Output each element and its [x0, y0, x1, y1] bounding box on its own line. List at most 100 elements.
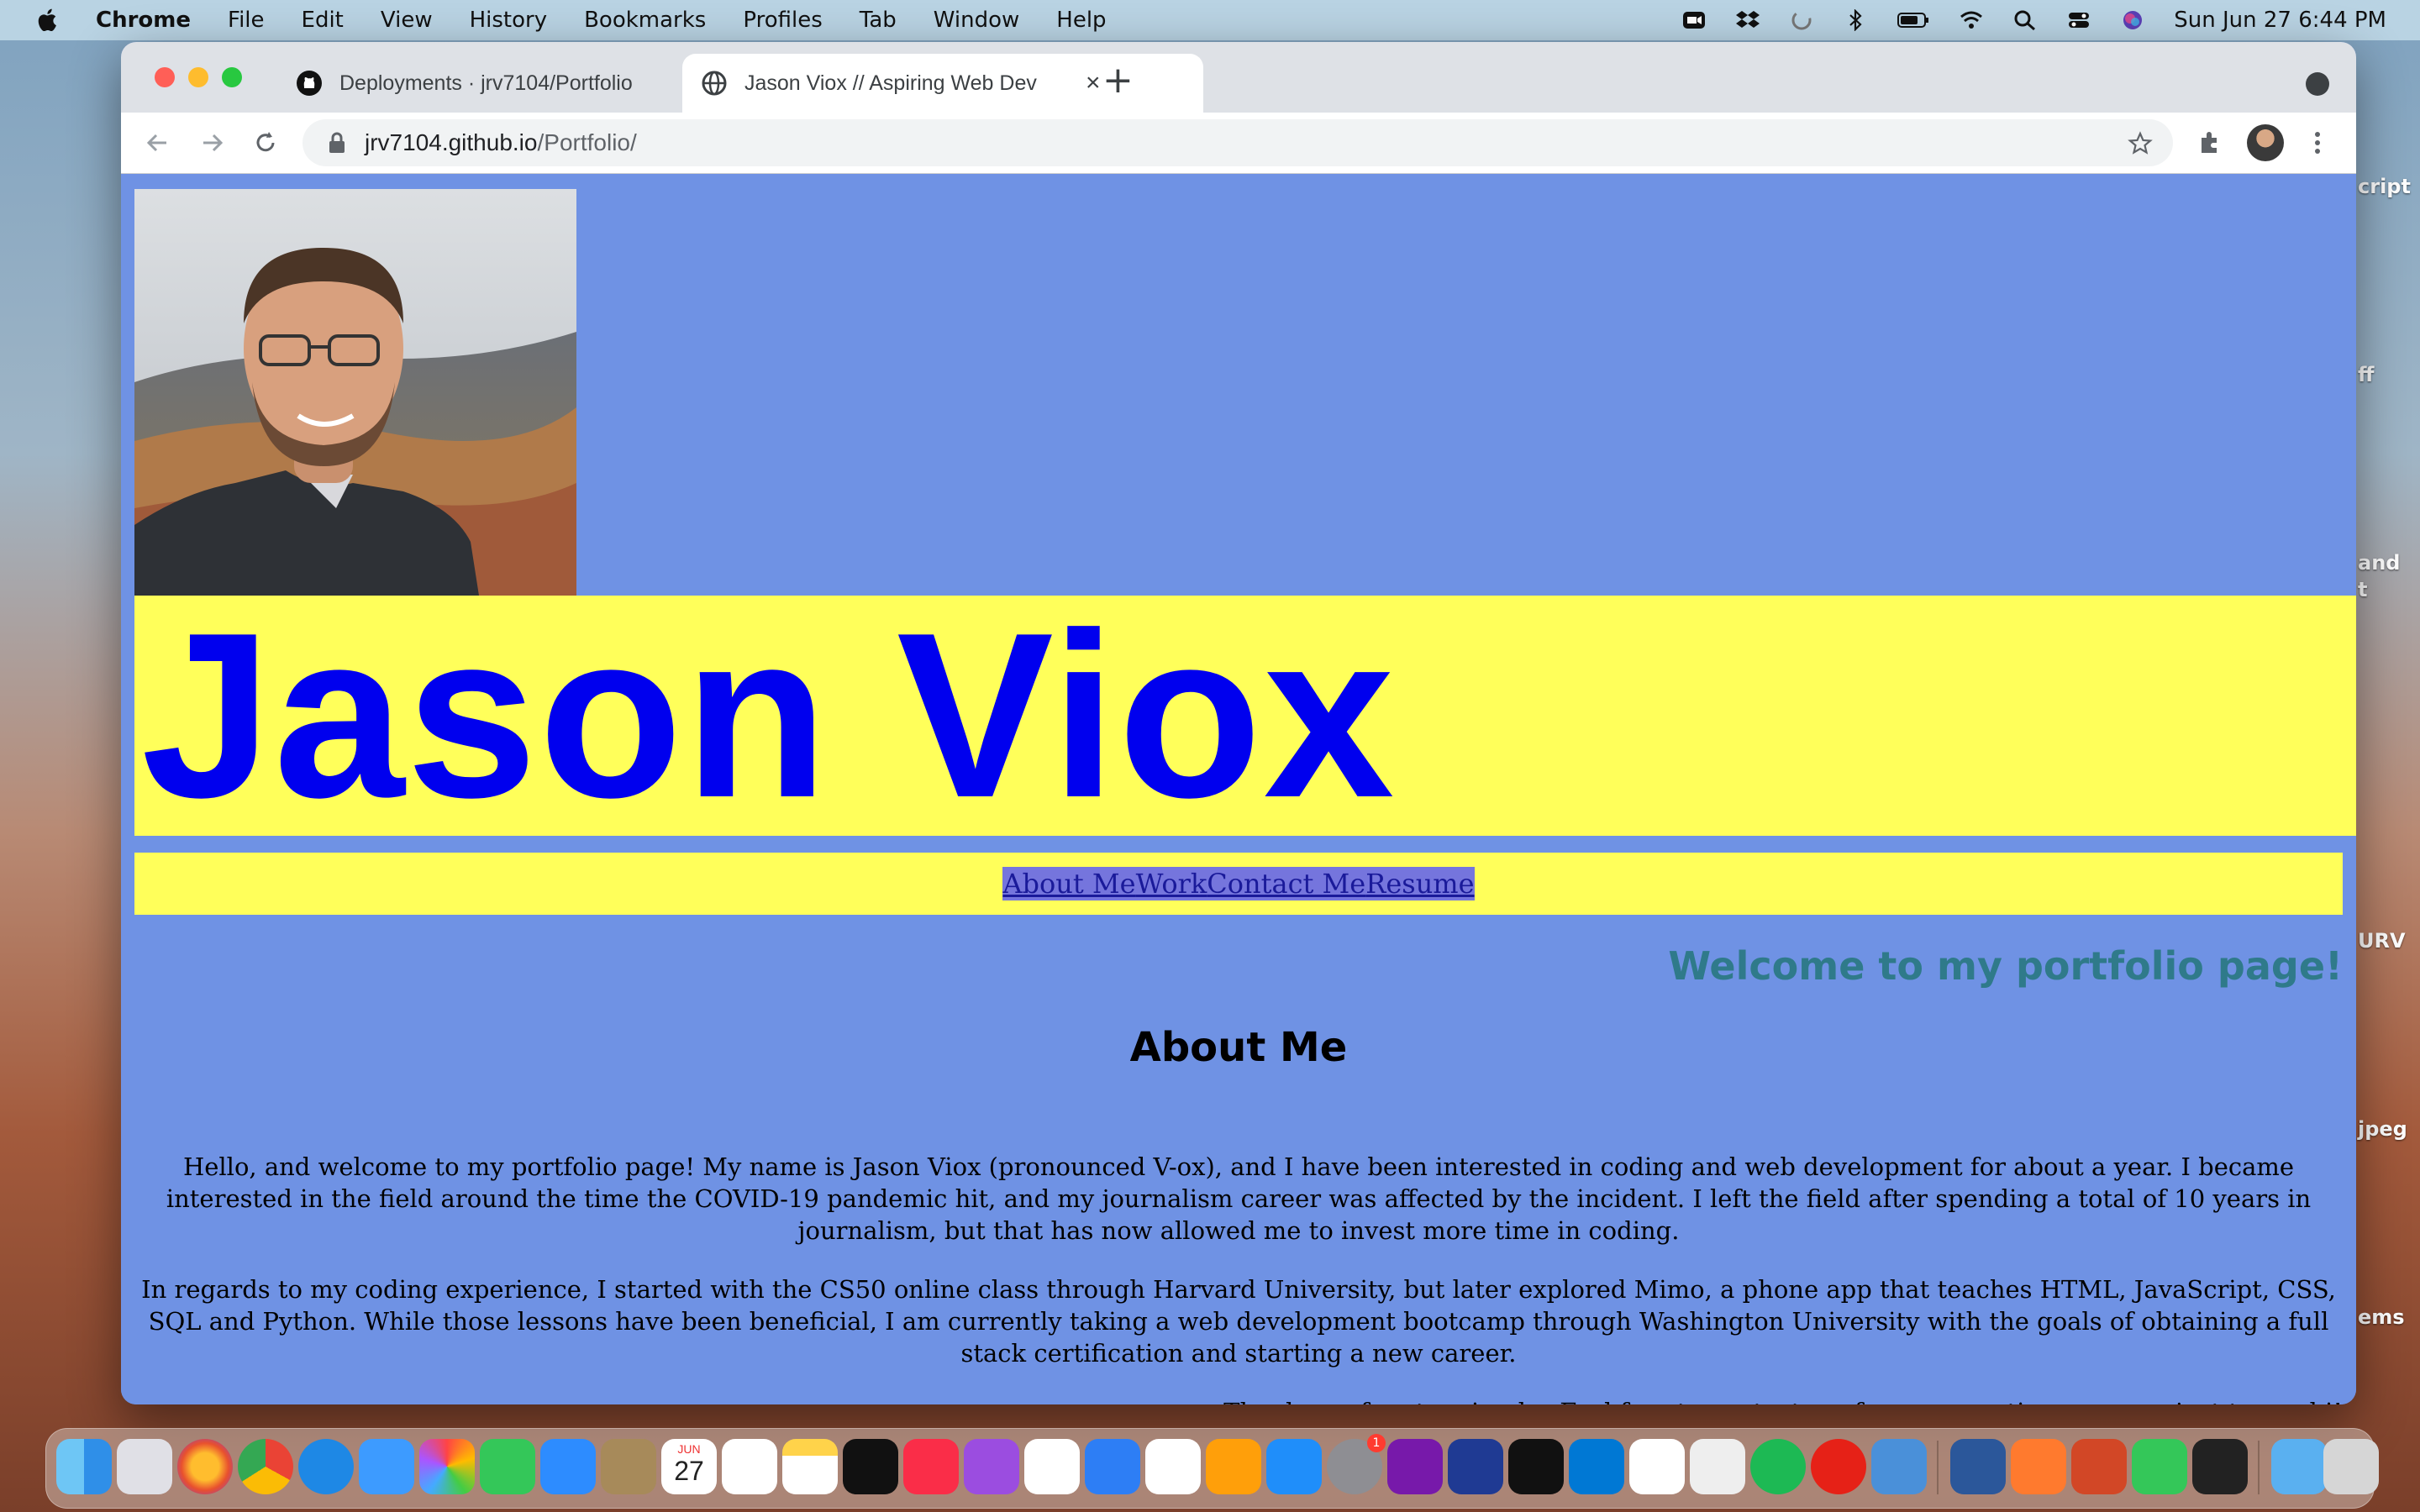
battery-icon[interactable] — [1897, 9, 1930, 31]
pages-icon[interactable] — [1206, 1439, 1261, 1494]
chrome-icon[interactable] — [238, 1439, 293, 1494]
close-window-button[interactable] — [155, 67, 175, 87]
safari-icon[interactable] — [298, 1439, 354, 1494]
calendar-icon[interactable]: JUN 27 — [661, 1439, 717, 1494]
wifi-icon[interactable] — [1959, 9, 1984, 31]
menu-bar: Chrome File Edit View History Bookmarks … — [0, 0, 2420, 40]
facetime-icon[interactable] — [480, 1439, 535, 1494]
network-icon[interactable] — [1871, 1439, 1927, 1494]
nav-link-resume[interactable]: Resume — [1365, 868, 1474, 900]
clock[interactable]: Sun Jun 27 6:44 PM — [2174, 8, 2386, 33]
textedit-icon[interactable] — [1690, 1439, 1745, 1494]
photos-icon[interactable] — [419, 1439, 475, 1494]
more-menu-icon[interactable] — [2302, 128, 2333, 158]
zoom-icon[interactable] — [1681, 9, 1707, 31]
address-bar[interactable]: jrv7104.github.io/Portfolio/ — [302, 119, 2173, 166]
browser-window: Deployments · jrv7104/Portfolio × Jason … — [121, 42, 2356, 1404]
tab-search-icon[interactable] — [2306, 72, 2329, 96]
forward-icon[interactable] — [197, 128, 227, 158]
menu-tab[interactable]: Tab — [860, 8, 897, 33]
pen-icon[interactable] — [2011, 1439, 2066, 1494]
desktop-file-label[interactable]: jpeg — [2358, 1117, 2407, 1141]
activity-monitor-icon[interactable] — [2192, 1439, 2248, 1494]
messages-icon[interactable] — [2132, 1439, 2187, 1494]
status-area: Sun Jun 27 6:44 PM — [1681, 0, 2386, 40]
about-paragraph-2: In regards to my coding experience, I st… — [141, 1275, 2336, 1368]
powerpoint-icon[interactable] — [2071, 1439, 2127, 1494]
music-icon[interactable] — [903, 1439, 959, 1494]
about-paragraph-1: Hello, and welcome to my portfolio page!… — [166, 1152, 2312, 1245]
menu-profiles[interactable]: Profiles — [743, 8, 822, 33]
nav-link-about-me[interactable]: About Me — [1002, 868, 1135, 900]
profile-avatar[interactable] — [2247, 124, 2284, 161]
sync-icon[interactable] — [1789, 9, 1814, 31]
menu-edit[interactable]: Edit — [302, 8, 344, 33]
mail-icon[interactable] — [359, 1439, 414, 1494]
slack-icon[interactable] — [1629, 1439, 1685, 1494]
bookmark-star-icon[interactable] — [2128, 131, 2153, 156]
menu-bookmarks[interactable]: Bookmarks — [584, 8, 706, 33]
desktop-file-label[interactable]: URV — [2358, 929, 2406, 953]
keynote-icon[interactable] — [1085, 1439, 1140, 1494]
vscode-icon[interactable] — [1569, 1439, 1624, 1494]
news-icon[interactable] — [1024, 1439, 1080, 1494]
url-path: /Portfolio/ — [537, 129, 637, 155]
menu-app-name[interactable]: Chrome — [96, 8, 191, 33]
reload-icon[interactable] — [250, 128, 281, 158]
onenote-icon[interactable] — [1387, 1439, 1443, 1494]
desktop-file-label[interactable]: and — [2358, 551, 2400, 575]
finder-icon[interactable] — [56, 1439, 112, 1494]
menu-history[interactable]: History — [470, 8, 548, 33]
github-icon — [297, 71, 322, 96]
minimize-window-button[interactable] — [188, 67, 208, 87]
lock-icon[interactable] — [328, 132, 346, 154]
dock-separator — [2258, 1441, 2260, 1494]
tab-title: Deployments · jrv7104/Portfolio — [339, 71, 633, 95]
apple-tv-icon[interactable] — [843, 1439, 898, 1494]
globe-icon — [702, 71, 727, 96]
calendar-month: JUN — [677, 1442, 701, 1456]
contacts-icon[interactable] — [601, 1439, 656, 1494]
dropbox-icon[interactable] — [1448, 1439, 1503, 1494]
system-preferences-icon[interactable]: 1 — [1327, 1434, 1386, 1494]
podcasts-icon[interactable] — [964, 1439, 1019, 1494]
menu-window[interactable]: Window — [934, 8, 1020, 33]
dropbox-icon[interactable] — [1735, 9, 1760, 31]
desktop-file-label[interactable]: t — [2358, 578, 2367, 601]
bluetooth-icon[interactable] — [1843, 9, 1868, 31]
zoom-icon[interactable] — [540, 1439, 596, 1494]
desktop-file-label[interactable]: cript — [2358, 175, 2411, 198]
spotlight-search-icon[interactable] — [2012, 9, 2038, 31]
trash-icon[interactable] — [2323, 1439, 2379, 1494]
reminders-icon[interactable] — [722, 1439, 777, 1494]
url-host: jrv7104.github.io — [365, 129, 538, 155]
youtube-icon[interactable] — [1811, 1439, 1866, 1494]
about-paragraph-3: Thank you for stopping by. Feel free to … — [134, 1396, 2343, 1404]
menu-view[interactable]: View — [381, 8, 433, 33]
control-center-icon[interactable] — [2066, 9, 2091, 31]
numbers-icon[interactable] — [1145, 1439, 1201, 1494]
desktop-file-label[interactable]: ems — [2358, 1305, 2405, 1329]
apple-menu-icon[interactable] — [34, 6, 62, 34]
zoom-window-button[interactable] — [222, 67, 242, 87]
nav-link-contact-me[interactable]: Contact Me — [1207, 868, 1365, 900]
terminal-icon[interactable] — [1508, 1439, 1564, 1494]
menu-file[interactable]: File — [228, 8, 265, 33]
firefox-icon[interactable] — [177, 1439, 233, 1494]
launchpad-icon[interactable] — [117, 1439, 172, 1494]
app-store-icon[interactable] — [1266, 1439, 1322, 1494]
notes-icon[interactable] — [782, 1439, 838, 1494]
downloads-icon[interactable] — [2271, 1439, 2327, 1494]
desktop-file-label[interactable]: ff — [2358, 363, 2374, 386]
browser-toolbar: jrv7104.github.io/Portfolio/ — [121, 113, 2356, 174]
spotify-icon[interactable] — [1750, 1439, 1806, 1494]
page-title: Jason Viox — [141, 585, 1397, 847]
word-icon[interactable] — [1950, 1439, 2006, 1494]
siri-icon[interactable] — [2120, 9, 2145, 31]
extensions-icon[interactable] — [2195, 128, 2225, 158]
menu-help[interactable]: Help — [1056, 8, 1106, 33]
back-icon[interactable] — [143, 128, 173, 158]
nav-link-work[interactable]: Work — [1136, 868, 1207, 900]
close-tab-icon[interactable]: × — [1086, 69, 1101, 97]
new-tab-button[interactable]: + — [1102, 59, 1134, 102]
